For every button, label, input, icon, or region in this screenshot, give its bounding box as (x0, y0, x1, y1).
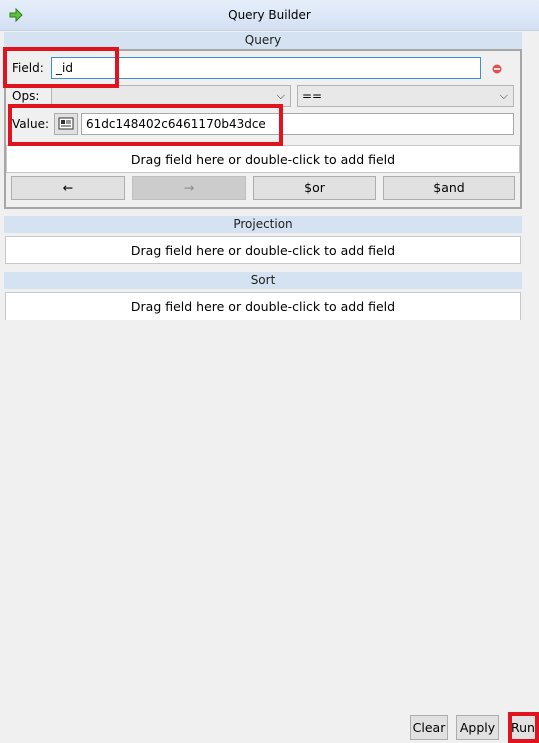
projection-section-header: Projection (4, 216, 522, 233)
move-left-button[interactable]: ← (11, 176, 125, 200)
field-highlight-box (3, 47, 119, 88)
remove-icon[interactable] (492, 63, 502, 74)
chevron-down-icon: ⌵ (499, 89, 508, 102)
value-highlight-box (8, 104, 283, 146)
clear-button[interactable]: Clear (410, 715, 448, 740)
window-title: Query Builder (228, 8, 311, 22)
sort-dropzone[interactable]: Drag field here or double-click to add f… (5, 292, 521, 320)
ops-operator-value: == (302, 89, 323, 103)
chevron-down-icon: ⌵ (276, 89, 285, 102)
and-button[interactable]: $and (383, 176, 515, 200)
apply-button[interactable]: Apply (456, 715, 499, 740)
ops-operator-select[interactable]: == ⌵ (297, 85, 514, 107)
sort-section-header: Sort (4, 272, 522, 289)
run-highlight-box (508, 712, 539, 743)
ops-label: Ops: (12, 89, 40, 103)
projection-dropzone[interactable]: Drag field here or double-click to add f… (5, 236, 521, 264)
query-dropzone[interactable]: Drag field here or double-click to add f… (6, 145, 520, 173)
move-right-button[interactable]: → (132, 176, 246, 200)
or-button[interactable]: $or (253, 176, 376, 200)
